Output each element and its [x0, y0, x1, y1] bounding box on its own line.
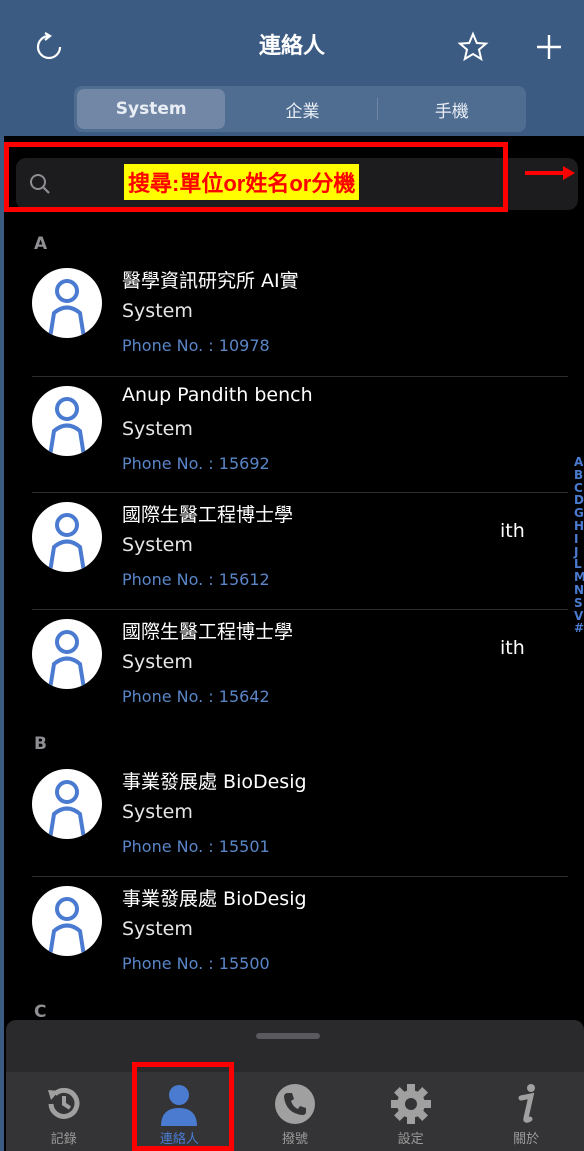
tab-label: 設定 [397, 1132, 424, 1147]
contact-name: 醫學資訊研究所 AI實 [122, 270, 299, 292]
avatar [32, 886, 102, 956]
index-letter[interactable]: N [574, 584, 584, 597]
contact-name: Anup Pandith bench [122, 384, 313, 406]
section-header-b: B [34, 734, 47, 754]
contact-phone: Phone No. : 15501 [122, 837, 270, 856]
history-icon [47, 1087, 80, 1119]
list-item[interactable]: 事業發展處 BioDesig System Phone No. : 15501 [0, 755, 584, 871]
tab-history[interactable]: 記錄 [6, 1072, 122, 1151]
section-header-a: A [34, 234, 48, 254]
segment-control: System 企業 手機 [74, 86, 526, 132]
avatar [32, 386, 102, 456]
phone-icon [274, 1084, 315, 1124]
segment-enterprise[interactable]: 企業 [228, 86, 376, 132]
contact-phone: Phone No. : 10978 [122, 336, 270, 355]
index-letter[interactable]: # [574, 622, 584, 635]
contact-org: System [122, 801, 193, 823]
contact-phone: Phone No. : 15692 [122, 454, 270, 473]
drag-handle[interactable] [256, 1033, 320, 1039]
add-icon[interactable] [524, 22, 574, 72]
nav-header: 連絡人 System 企業 手機 [0, 0, 584, 136]
annotation-arrow-icon [525, 166, 575, 180]
search-annotation-box [4, 142, 508, 212]
index-letter[interactable]: S [574, 596, 584, 610]
contact-name: 事業發展處 BioDesig [122, 771, 307, 793]
avatar [32, 619, 102, 689]
avatar [32, 769, 102, 839]
section-header-c: C [34, 1002, 47, 1022]
list-item[interactable]: 事業發展處 BioDesig System Phone No. : 15500 [0, 872, 584, 988]
contact-org: System [122, 651, 193, 673]
gear-icon [390, 1084, 431, 1124]
tab-label: 記錄 [50, 1132, 77, 1147]
bottom-sheet[interactable] [6, 1020, 584, 1072]
index-letter[interactable]: I [574, 532, 584, 546]
contact-phone: Phone No. : 15612 [122, 570, 270, 589]
segment-mobile[interactable]: 手機 [378, 86, 526, 132]
contact-name-tail: ith [500, 520, 525, 542]
list-item[interactable]: 國際生醫工程博士學 ith System Phone No. : 15642 [0, 605, 584, 721]
tab-dial[interactable]: 撥號 [237, 1072, 353, 1151]
favorite-star-icon[interactable] [448, 22, 498, 72]
list-item[interactable]: 國際生醫工程博士學 ith System Phone No. : 15612 [0, 488, 584, 604]
avatar [32, 502, 102, 572]
list-item[interactable]: 醫學資訊研究所 AI實 System Phone No. : 10978 [0, 254, 584, 370]
info-icon [518, 1084, 536, 1123]
alphabet-index[interactable]: A B C D G H I J L M N S V # [574, 456, 584, 635]
contact-org: System [122, 534, 193, 556]
contact-name: 事業發展處 BioDesig [122, 888, 307, 910]
index-letter[interactable]: H [574, 520, 584, 533]
index-letter[interactable]: A [574, 456, 584, 469]
tab-bar: 記錄 連絡人 撥號 設定 關於 [6, 1072, 584, 1151]
index-letter[interactable]: B [574, 468, 584, 482]
contact-org: System [122, 300, 193, 322]
contact-name-tail: ith [500, 637, 525, 659]
contact-name: 國際生醫工程博士學 [122, 621, 294, 643]
segment-system[interactable]: System [77, 89, 226, 129]
list-item[interactable]: Anup Pandith bench System Phone No. : 15… [0, 372, 584, 488]
tab-settings[interactable]: 設定 [353, 1072, 469, 1151]
contact-org: System [122, 918, 193, 940]
contact-org: System [122, 418, 193, 440]
tab-about[interactable]: 關於 [468, 1072, 584, 1151]
contact-phone: Phone No. : 15642 [122, 687, 270, 706]
contacts-tab-annotation-box [132, 1062, 234, 1151]
contact-phone: Phone No. : 15500 [122, 954, 270, 973]
tab-label: 撥號 [281, 1132, 308, 1147]
tab-label: 關於 [513, 1132, 540, 1147]
avatar [32, 268, 102, 338]
contact-name: 國際生醫工程博士學 [122, 504, 294, 526]
